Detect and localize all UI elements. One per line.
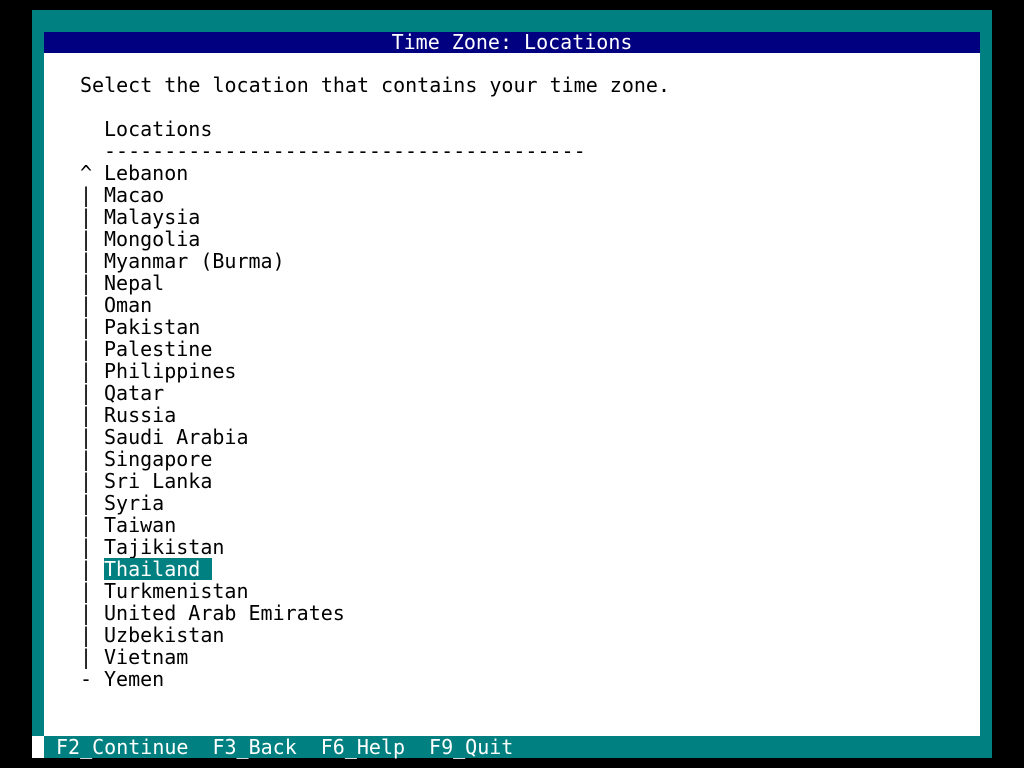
location-label: Turkmenistan <box>104 579 249 603</box>
list-header: Locations <box>104 117 213 141</box>
scroll-indicator: | <box>80 227 93 251</box>
scroll-indicator: | <box>80 315 93 339</box>
scroll-indicator: | <box>80 557 93 581</box>
scroll-indicator: | <box>80 337 93 361</box>
location-item[interactable]: | Nepal <box>80 272 940 294</box>
location-item[interactable]: | Saudi Arabia <box>80 426 940 448</box>
location-label: Pakistan <box>104 315 201 339</box>
location-item[interactable]: ^ Lebanon <box>80 162 940 184</box>
function-key-hint[interactable]: F9_Quit <box>429 736 513 758</box>
location-label: Qatar <box>104 381 165 405</box>
location-item[interactable]: | Palestine <box>80 338 940 360</box>
location-label: Nepal <box>104 271 165 295</box>
location-item[interactable]: | Sri Lanka <box>80 470 940 492</box>
location-label: Tajikistan <box>104 535 225 559</box>
scroll-indicator: - <box>80 667 93 691</box>
location-label: Macao <box>104 183 165 207</box>
location-item[interactable]: | Oman <box>80 294 940 316</box>
location-item[interactable]: | Uzbekistan <box>80 624 940 646</box>
scroll-indicator: | <box>80 535 93 559</box>
function-key-hint[interactable]: F2_Continue <box>56 736 188 758</box>
location-item[interactable]: | Turkmenistan <box>80 580 940 602</box>
scroll-indicator: | <box>80 645 93 669</box>
location-label: Lebanon <box>104 161 189 185</box>
location-label: Mongolia <box>104 227 201 251</box>
function-key-hint[interactable]: F6_Help <box>321 736 405 758</box>
location-item[interactable]: | Pakistan <box>80 316 940 338</box>
scroll-indicator: | <box>80 623 93 647</box>
scroll-indicator: | <box>80 447 93 471</box>
location-item[interactable]: | Taiwan <box>80 514 940 536</box>
scroll-indicator: | <box>80 249 93 273</box>
scroll-indicator: | <box>80 381 93 405</box>
location-label: Russia <box>104 403 177 427</box>
location-label: Philippines <box>104 359 237 383</box>
scroll-indicator: | <box>80 359 93 383</box>
location-label: Palestine <box>104 337 213 361</box>
location-item[interactable]: | Myanmar (Burma) <box>80 250 940 272</box>
scroll-indicator: | <box>80 271 93 295</box>
scroll-indicator: | <box>80 403 93 427</box>
location-label: United Arab Emirates <box>104 601 345 625</box>
location-item[interactable]: | Tajikistan <box>80 536 940 558</box>
location-label: Yemen <box>104 667 165 691</box>
scroll-indicator: | <box>80 491 93 515</box>
location-label: Malaysia <box>104 205 201 229</box>
function-key-hints: F2_Continue F3_Back F6_Help F9_Quit <box>56 736 537 758</box>
cursor-block <box>32 736 44 758</box>
location-label: Singapore <box>104 447 213 471</box>
scroll-indicator: | <box>80 579 93 603</box>
scroll-indicator: | <box>80 601 93 625</box>
location-label: Syria <box>104 491 165 515</box>
location-item[interactable]: - Yemen <box>80 668 940 690</box>
location-label: Oman <box>104 293 153 317</box>
location-item[interactable]: | Mongolia <box>80 228 940 250</box>
location-label: Myanmar (Burma) <box>104 249 285 273</box>
function-key-hint[interactable]: F3_Back <box>212 736 296 758</box>
location-label: Sri Lanka <box>104 469 213 493</box>
prompt-text: Select the location that contains your t… <box>80 73 671 97</box>
dialog-title: Time Zone: Locations <box>44 32 980 53</box>
location-label: Uzbekistan <box>104 623 225 647</box>
scroll-indicator: | <box>80 513 93 537</box>
location-item[interactable]: | Vietnam <box>80 646 940 668</box>
scroll-indicator: | <box>80 469 93 493</box>
scroll-indicator: ^ <box>80 161 93 185</box>
location-label: Saudi Arabia <box>104 425 249 449</box>
location-label: Taiwan <box>104 513 177 537</box>
dialog-window: Time Zone: Locations Select the location… <box>44 32 980 736</box>
scroll-indicator: | <box>80 183 93 207</box>
location-item[interactable]: | Philippines <box>80 360 940 382</box>
status-bar: F2_Continue F3_Back F6_Help F9_Quit <box>32 736 992 758</box>
location-item[interactable]: | Russia <box>80 404 940 426</box>
location-list[interactable]: ^ Lebanon | Macao | Malaysia | Mongolia | Myanmar… <box>80 162 940 690</box>
location-label: Vietnam <box>104 645 189 669</box>
scroll-indicator: | <box>80 293 93 317</box>
location-item[interactable]: | Qatar <box>80 382 940 404</box>
location-item[interactable]: | United Arab Emirates <box>80 602 940 624</box>
list-header-rule: ---------------------------------------- <box>104 139 586 163</box>
location-item[interactable]: | Malaysia <box>80 206 940 228</box>
location-item-selected[interactable]: | Thailand <box>80 558 940 580</box>
scroll-indicator: | <box>80 205 93 229</box>
location-label: Thailand <box>104 558 213 580</box>
scroll-indicator: | <box>80 425 93 449</box>
location-item[interactable]: | Singapore <box>80 448 940 470</box>
location-item[interactable]: | Syria <box>80 492 940 514</box>
location-item[interactable]: | Macao <box>80 184 940 206</box>
